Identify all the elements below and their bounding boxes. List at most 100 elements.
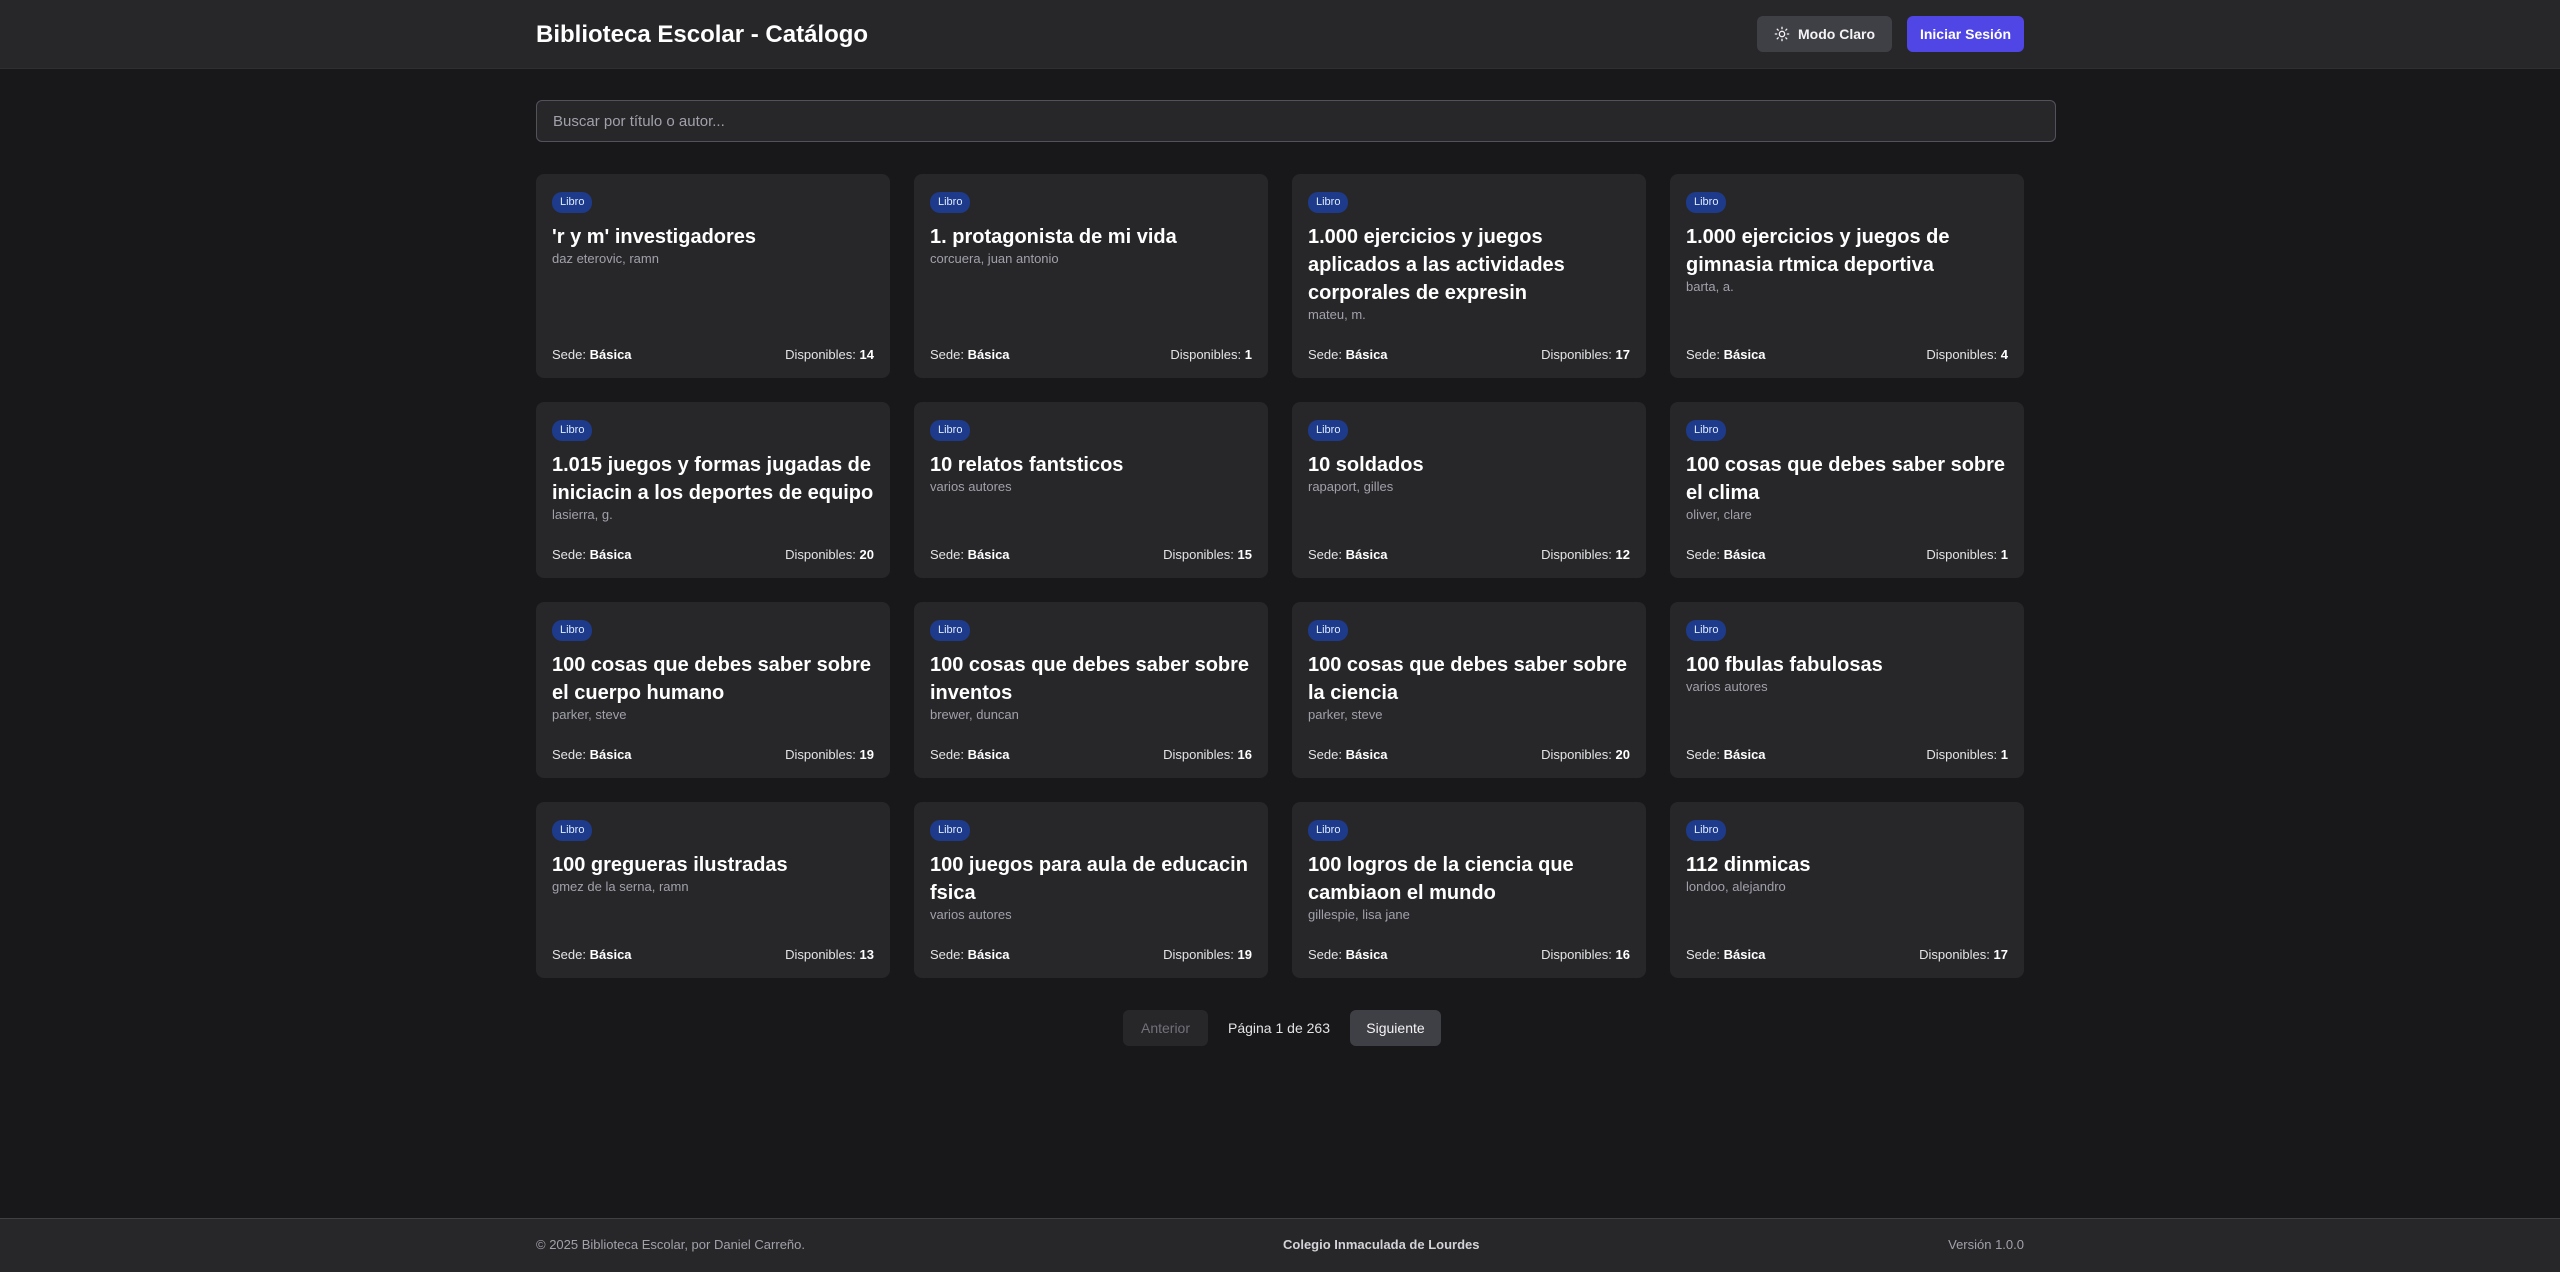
book-author: varios autores	[930, 907, 1012, 922]
sede-label: Sede:	[1686, 347, 1720, 362]
type-badge: Libro	[930, 192, 971, 213]
sede-value: Básica	[589, 547, 632, 562]
pagination: Anterior Página 1 de 263 Siguiente	[1123, 1010, 1441, 1046]
availability-info: Disponibles: 13	[785, 947, 874, 962]
disponibles-value: 17	[1993, 947, 2008, 962]
next-page-button[interactable]: Siguiente	[1349, 1010, 1441, 1046]
book-card[interactable]: Libro 1.015 juegos y formas jugadas de in…	[536, 402, 890, 578]
book-title: 100 fbulas fabulosas	[1686, 654, 1883, 676]
disponibles-value: 1	[2000, 547, 2008, 562]
sede-value: Básica	[589, 347, 632, 362]
sede-value: Básica	[1723, 947, 1766, 962]
book-card[interactable]: Libro 1. protagonista de mi vida corcuera,…	[914, 174, 1268, 378]
book-author: parker, steve	[1308, 707, 1383, 722]
theme-toggle-label: Modo Claro	[1798, 26, 1875, 42]
sede-value: Básica	[589, 747, 632, 762]
card-footer: Sede: Básica Disponibles: 20	[552, 547, 874, 562]
card-footer: Sede: Básica Disponibles: 1	[930, 347, 1252, 362]
disponibles-value: 4	[2000, 347, 2008, 362]
book-card[interactable]: Libro 100 cosas que debes saber sobre inv…	[914, 602, 1268, 778]
book-author: mateu, m.	[1308, 307, 1366, 322]
type-badge: Libro	[552, 420, 593, 441]
sede-label: Sede:	[930, 347, 964, 362]
card-footer: Sede: Básica Disponibles: 13	[552, 947, 874, 962]
sede-label: Sede:	[1686, 947, 1720, 962]
book-title: 10 soldados	[1308, 454, 1424, 476]
sede-value: Básica	[967, 547, 1010, 562]
sede-label: Sede:	[1308, 547, 1342, 562]
card-footer: Sede: Básica Disponibles: 16	[1308, 947, 1630, 962]
type-badge: Libro	[1686, 820, 1727, 841]
book-author: varios autores	[1686, 679, 1768, 694]
sede-value: Básica	[1723, 347, 1766, 362]
book-card[interactable]: Libro 112 dinmicas londoo, alejandro Sede: …	[1670, 802, 2024, 978]
sede-info: Sede: Básica	[552, 347, 632, 362]
sede-info: Sede: Básica	[552, 747, 632, 762]
sede-info: Sede: Básica	[1686, 947, 1766, 962]
type-badge: Libro	[1308, 620, 1349, 641]
book-card[interactable]: Libro 100 cosas que debes saber sobre la …	[1292, 602, 1646, 778]
disponibles-label: Disponibles:	[1170, 347, 1242, 362]
sede-info: Sede: Básica	[552, 947, 632, 962]
book-author: rapaport, gilles	[1308, 479, 1394, 494]
theme-toggle-button[interactable]: Modo Claro	[1757, 16, 1892, 52]
disponibles-label: Disponibles:	[1541, 747, 1612, 762]
book-title: 10 relatos fantsticos	[930, 454, 1124, 476]
book-title: 100 logros de la ciencia que cambiaon el…	[1308, 854, 1574, 904]
sede-info: Sede: Básica	[1686, 747, 1766, 762]
sede-info: Sede: Básica	[1308, 347, 1388, 362]
availability-info: Disponibles: 20	[785, 547, 874, 562]
type-badge: Libro	[1308, 420, 1349, 441]
disponibles-value: 13	[859, 947, 874, 962]
sede-info: Sede: Básica	[1308, 547, 1388, 562]
disponibles-value: 20	[1615, 747, 1630, 762]
app-title: Biblioteca Escolar - Catálogo	[536, 21, 869, 48]
sede-value: Básica	[967, 347, 1010, 362]
disponibles-value: 15	[1237, 547, 1252, 562]
book-card[interactable]: Libro 1.000 ejercicios y juegos de gimnas…	[1670, 174, 2024, 378]
sede-info: Sede: Básica	[552, 547, 632, 562]
search-input[interactable]	[536, 100, 2056, 142]
disponibles-label: Disponibles:	[1919, 947, 1990, 962]
disponibles-label: Disponibles:	[1541, 347, 1612, 362]
card-footer: Sede: Básica Disponibles: 14	[552, 347, 874, 362]
book-card[interactable]: Libro 100 juegos para aula de educacin fs…	[914, 802, 1268, 978]
book-title: 100 cosas que debes saber sobre el cuerp…	[552, 654, 872, 704]
type-badge: Libro	[930, 620, 971, 641]
sede-value: Básica	[967, 747, 1010, 762]
sede-value: Básica	[1723, 747, 1766, 762]
disponibles-value: 1	[1244, 347, 1252, 362]
login-button[interactable]: Iniciar Sesión	[1907, 16, 2024, 52]
book-card[interactable]: Libro 100 logros de la ciencia que cambia…	[1292, 802, 1646, 978]
book-card[interactable]: Libro 100 gregueras ilustradas gmez de la …	[536, 802, 890, 978]
book-card[interactable]: Libro 100 fbulas fabulosas varios autores S…	[1670, 602, 2024, 778]
sede-info: Sede: Básica	[1308, 947, 1388, 962]
sede-value: Básica	[967, 947, 1010, 962]
disponibles-label: Disponibles:	[785, 347, 856, 362]
card-footer: Sede: Básica Disponibles: 19	[930, 947, 1252, 962]
sede-value: Básica	[1723, 547, 1766, 562]
previous-page-button[interactable]: Anterior	[1123, 1010, 1208, 1046]
availability-info: Disponibles: 4	[1926, 347, 2008, 362]
book-card[interactable]: Libro 10 soldados rapaport, gilles Sede: Bá…	[1292, 402, 1646, 578]
sede-label: Sede:	[552, 547, 586, 562]
disponibles-value: 17	[1615, 347, 1630, 362]
disponibles-value: 16	[1615, 947, 1630, 962]
card-footer: Sede: Básica Disponibles: 15	[930, 547, 1252, 562]
sede-label: Sede:	[930, 747, 964, 762]
book-card[interactable]: Libro 'r y m' investigadores daz eterovic,…	[536, 174, 890, 378]
availability-info: Disponibles: 19	[785, 747, 874, 762]
disponibles-label: Disponibles:	[1541, 947, 1612, 962]
disponibles-label: Disponibles:	[1926, 747, 1998, 762]
card-footer: Sede: Básica Disponibles: 16	[930, 747, 1252, 762]
book-author: brewer, duncan	[930, 707, 1019, 722]
card-footer: Sede: Básica Disponibles: 12	[1308, 547, 1630, 562]
book-card[interactable]: Libro 100 cosas que debes saber sobre el …	[1670, 402, 2024, 578]
book-card[interactable]: Libro 100 cosas que debes saber sobre el …	[536, 602, 890, 778]
type-badge: Libro	[930, 420, 971, 441]
book-title: 'r y m' investigadores	[552, 226, 757, 248]
book-card[interactable]: Libro 1.000 ejercicios y juegos aplicados…	[1292, 174, 1646, 378]
sede-label: Sede:	[930, 547, 964, 562]
book-card[interactable]: Libro 10 relatos fantsticos varios autores…	[914, 402, 1268, 578]
book-author: oliver, clare	[1686, 507, 1752, 522]
